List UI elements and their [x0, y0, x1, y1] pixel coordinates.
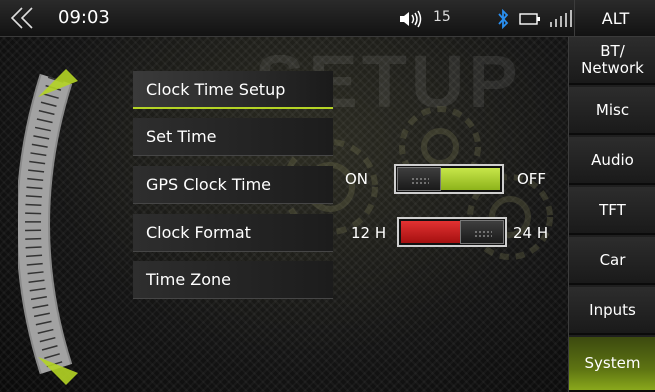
knob-grip-icon — [411, 177, 429, 185]
signal-icon — [550, 10, 572, 27]
knob-grip-icon — [474, 230, 492, 238]
toggle-fill — [401, 221, 461, 243]
clock-time: 09:03 — [58, 7, 110, 28]
tab-car[interactable]: Car — [569, 237, 655, 285]
gps-on-label: ON — [345, 170, 369, 188]
decorative-arc — [18, 69, 78, 385]
tab-tft[interactable]: TFT — [569, 187, 655, 235]
alt-button[interactable]: ALT — [574, 0, 655, 36]
menu-item-label: Set Time — [146, 127, 217, 146]
volume-icon — [400, 10, 422, 28]
toggle-knob[interactable] — [397, 167, 441, 191]
tab-label: Misc — [595, 100, 630, 119]
tab-audio[interactable]: Audio — [569, 137, 655, 185]
tab-label: BT/Network — [581, 42, 644, 77]
status-bar: 09:03 15 ALT — [0, 0, 655, 37]
menu-item-label: Clock Format — [146, 223, 251, 242]
tab-label: Inputs — [589, 300, 636, 319]
volume-level: 15 — [433, 9, 451, 25]
tab-label: Audio — [591, 150, 634, 169]
gps-off-label: OFF — [517, 170, 547, 188]
tab-misc[interactable]: Misc — [569, 87, 655, 135]
tab-label: System — [584, 354, 641, 372]
toggle-fill — [440, 168, 500, 190]
menu-item-clock-time-setup[interactable]: Clock Time Setup — [133, 71, 333, 109]
tab-label: TFT — [599, 200, 626, 219]
settings-tab-bar: BT/Network Misc Audio TFT Car Inputs Sys… — [568, 37, 655, 392]
bluetooth-icon — [498, 9, 509, 29]
gps-clock-toggle[interactable] — [394, 164, 504, 194]
menu-item-clock-format[interactable]: Clock Format — [133, 214, 333, 252]
battery-icon — [519, 13, 540, 25]
toggle-knob[interactable] — [460, 220, 504, 244]
tab-bt-network[interactable]: BT/Network — [569, 37, 655, 85]
clock-format-toggle[interactable] — [397, 217, 507, 247]
format-24h-label: 24 H — [513, 224, 549, 242]
tab-system[interactable]: System — [569, 337, 655, 392]
format-12h-label: 12 H — [351, 224, 387, 242]
back-chevron-icon[interactable] — [8, 6, 40, 30]
tab-inputs[interactable]: Inputs — [569, 287, 655, 335]
menu-item-label: GPS Clock Time — [146, 175, 271, 194]
menu-item-set-time[interactable]: Set Time — [133, 118, 333, 156]
menu-item-time-zone[interactable]: Time Zone — [133, 261, 333, 299]
tab-label: Car — [599, 250, 626, 269]
menu-item-label: Clock Time Setup — [146, 79, 286, 99]
menu-item-gps-clock-time[interactable]: GPS Clock Time — [133, 166, 333, 204]
menu-item-label: Time Zone — [146, 270, 231, 289]
main-panel: SETUP Clock Time Setup Set Time GPS Cloc… — [0, 37, 568, 392]
